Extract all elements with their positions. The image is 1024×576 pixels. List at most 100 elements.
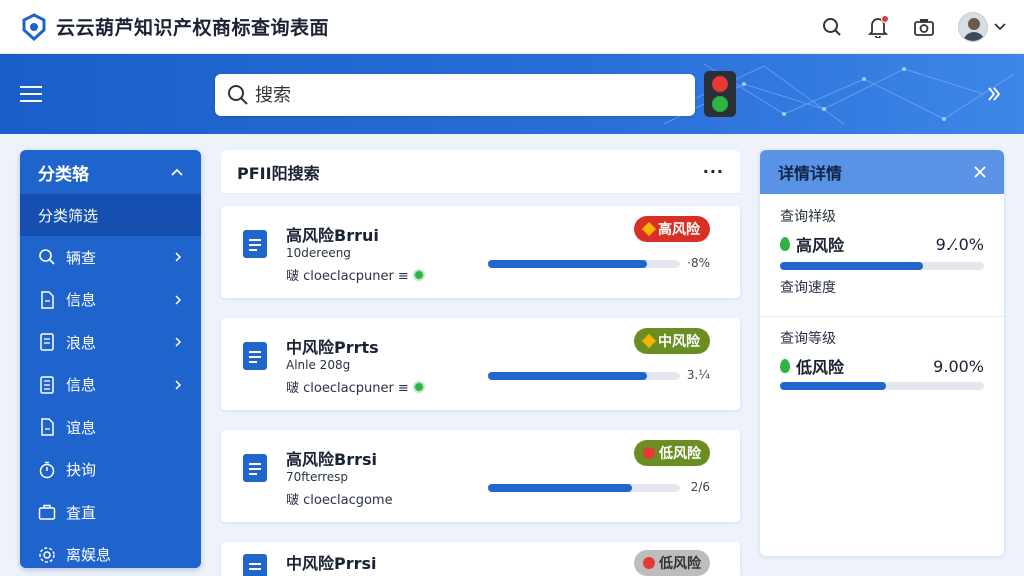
circle-icon bbox=[643, 447, 655, 459]
results-title: PFII阳搜索 bbox=[237, 163, 320, 183]
red-light bbox=[712, 75, 728, 92]
progress-fill bbox=[488, 484, 632, 492]
chevron-right-icon bbox=[175, 380, 182, 390]
chevron-right-icon bbox=[175, 295, 182, 305]
sidebar-item-label: 信息 bbox=[66, 291, 97, 310]
progress-fill bbox=[488, 260, 648, 268]
detail-section-label: 查询等级 bbox=[780, 331, 836, 347]
sidebar-item-7[interactable]: 离娱息 bbox=[20, 534, 201, 569]
status-ok-icon bbox=[412, 268, 425, 281]
green-light bbox=[712, 96, 728, 113]
detail-section-label: 查询祥级 bbox=[780, 209, 836, 225]
gear-icon bbox=[39, 547, 55, 563]
progress-track bbox=[488, 484, 680, 492]
top-app-bar: 云云葫芦知识产权商标查询表面 bbox=[0, 0, 1024, 54]
card-subtitle: Alnle 208g bbox=[286, 358, 351, 372]
sidebar-item-label: 辆查 bbox=[66, 248, 97, 267]
chevron-right-icon bbox=[175, 337, 182, 347]
progress-track bbox=[488, 372, 680, 380]
progress-track bbox=[488, 260, 680, 268]
result-card-2[interactable]: 高风险Brrsi 70fterresp 啵 cloeclacgome 低风险 2… bbox=[221, 430, 740, 522]
progress-percent: ·8% bbox=[687, 256, 710, 270]
avatar bbox=[958, 12, 988, 42]
sidebar-item-0[interactable]: 辆查 bbox=[20, 236, 201, 279]
detail-header: 详情详情 bbox=[760, 150, 1004, 194]
risk-badge: 中风险 bbox=[634, 328, 710, 354]
document-icon bbox=[243, 342, 267, 370]
progress-percent: 2/6 bbox=[690, 480, 710, 494]
notifications-button[interactable] bbox=[866, 15, 890, 39]
leaf-icon bbox=[780, 359, 790, 373]
sidebar-item-label: 抉询 bbox=[66, 461, 97, 480]
card-title: 中风险Prrsi bbox=[286, 554, 377, 573]
sidebar-item-filter[interactable]: 分类筛选 bbox=[20, 194, 201, 236]
detail-row-low: 低风险 9.00% bbox=[780, 354, 984, 378]
detail-progress-fill bbox=[780, 262, 923, 270]
sidebar-item-3[interactable]: 信息 bbox=[20, 364, 201, 407]
search-icon bbox=[228, 85, 248, 105]
status-ok-icon bbox=[412, 380, 425, 393]
result-card-0[interactable]: 高风险Brrui 10dereeng 啵 cloeclacpuner ≡ 高风险… bbox=[221, 206, 740, 298]
result-card-1[interactable]: 中风险Prrts Alnle 208g 啵 cloeclacpuner ≡ 中风… bbox=[221, 318, 740, 410]
risk-badge: 低风险 bbox=[634, 440, 710, 466]
camera-icon bbox=[914, 19, 934, 36]
result-card-3[interactable]: 中风险Prrsi 低风险 bbox=[221, 542, 740, 576]
chevron-right-icon bbox=[175, 252, 182, 262]
more-options-button[interactable]: ··· bbox=[703, 162, 724, 181]
sidebar-item-6[interactable]: 査直 bbox=[20, 491, 201, 534]
card-title: 中风险Prrts bbox=[286, 338, 379, 357]
sidebar-item-label: 离娱息 bbox=[66, 546, 112, 565]
sidebar-item-label: 査直 bbox=[66, 503, 97, 522]
sidebar-item-1[interactable]: 信息 bbox=[20, 279, 201, 322]
risk-badge: 高风险 bbox=[634, 216, 710, 242]
diamond-icon bbox=[641, 333, 657, 349]
progress-percent: 3.¼ bbox=[686, 368, 710, 382]
chevron-up-icon[interactable] bbox=[171, 168, 183, 176]
detail-value: 9.⁄.0% bbox=[935, 234, 984, 254]
sidebar-header[interactable]: 分类辂 bbox=[20, 150, 201, 194]
notification-dot bbox=[881, 15, 889, 23]
card-subtitle: 10dereeng bbox=[286, 246, 351, 260]
leaf-icon bbox=[780, 237, 790, 251]
sidebar-item-4[interactable]: 谊息 bbox=[20, 406, 201, 449]
document-icon bbox=[243, 454, 267, 482]
sidebar-item-label: 谊息 bbox=[66, 418, 97, 437]
hamburger-menu-icon[interactable] bbox=[20, 84, 42, 104]
sidebar-title: 分类辂 bbox=[38, 164, 89, 185]
search-bar[interactable] bbox=[215, 74, 695, 116]
status-traffic-light bbox=[704, 71, 736, 117]
results-panel-header: PFII阳搜索 ··· bbox=[221, 150, 740, 194]
detail-section-label: 查询速度 bbox=[780, 280, 836, 296]
close-icon[interactable] bbox=[974, 166, 986, 178]
double-chevron-right-icon[interactable] bbox=[986, 86, 1002, 102]
sidebar-item-5[interactable]: 抉询 bbox=[20, 449, 201, 492]
file-icon bbox=[41, 291, 54, 309]
document-lines-icon bbox=[40, 376, 54, 394]
page-icon bbox=[41, 418, 54, 436]
timer-icon bbox=[39, 461, 55, 478]
detail-progress-track bbox=[780, 262, 984, 270]
sidebar-item-label: 浪息 bbox=[66, 333, 97, 352]
header-band bbox=[0, 54, 1024, 134]
card-subtitle: 70fterresp bbox=[286, 470, 349, 484]
detail-progress-fill bbox=[780, 382, 887, 390]
camera-button[interactable] bbox=[912, 15, 936, 39]
document-icon bbox=[243, 230, 267, 258]
sidebar-item-label: 信息 bbox=[66, 376, 97, 395]
document-icon bbox=[40, 333, 54, 351]
search-button[interactable] bbox=[820, 15, 844, 39]
category-sidebar: 分类辂 分类筛选 辆查 信息 浪息 信息 谊息 抉询 査直 离娱息 bbox=[20, 150, 201, 568]
divider bbox=[760, 316, 1004, 317]
detail-value: 9.00% bbox=[933, 356, 984, 376]
card-meta: 啵 cloeclacpuner ≡ bbox=[286, 265, 425, 284]
detail-panel: 详情详情 查询祥级 高风险 9.⁄.0% 查询速度 查询等级 低风险 9.00% bbox=[760, 150, 1004, 556]
search-icon bbox=[39, 249, 55, 265]
progress-fill bbox=[488, 372, 648, 380]
sidebar-item-2[interactable]: 浪息 bbox=[20, 321, 201, 364]
card-title: 高风险Brrui bbox=[286, 226, 379, 245]
circle-icon bbox=[643, 557, 655, 569]
detail-row-high: 高风险 9.⁄.0% bbox=[780, 232, 984, 256]
user-menu[interactable] bbox=[958, 12, 1006, 42]
search-input[interactable] bbox=[255, 84, 675, 106]
diamond-icon bbox=[641, 221, 657, 237]
